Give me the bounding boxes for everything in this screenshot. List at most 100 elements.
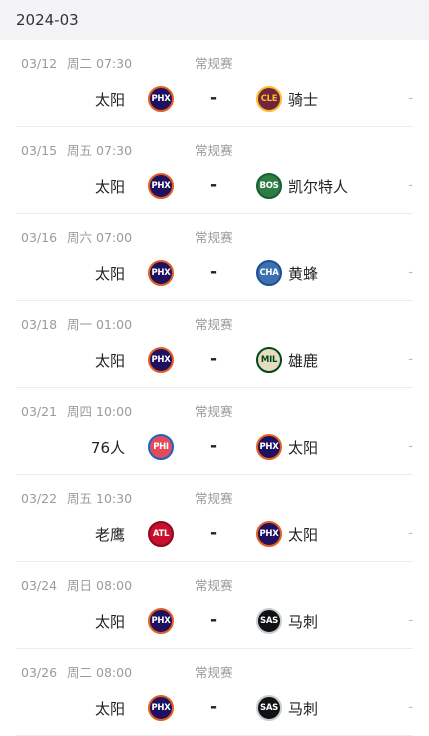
away-team-name[interactable]: 太阳 [288,437,318,458]
game-item[interactable]: 03/18 周一 01:00 常规赛 太阳 PHX - MIL 雄鹿 - [16,301,413,388]
home-team-name[interactable]: 太阳 [95,350,125,371]
game-datetime: 03/22 周五 10:30 [21,488,132,507]
game-time: 07:00 [96,230,133,245]
game-date: 03/21 [21,404,58,419]
game-time: 07:30 [96,143,133,158]
home-team-logo-icon: PHX [148,347,174,373]
away-team-logo-icon: CHA [256,260,282,286]
competition-label: 常规赛 [195,56,233,71]
game-item[interactable]: 03/24 周日 08:00 常规赛 太阳 PHX - SAS 马刺 - [16,562,413,649]
home-team-name[interactable]: 太阳 [95,698,125,719]
matchup-row: 老鹰 ATL - PHX 太阳 - [16,521,413,547]
game-time: 07:30 [96,56,133,71]
away-team-logo[interactable]: BOS [256,173,282,199]
home-team-logo[interactable]: PHX [148,173,174,199]
home-team-name[interactable]: 76人 [91,437,125,458]
game-time: 10:00 [96,404,133,419]
competition-label: 常规赛 [195,230,233,245]
home-team-logo[interactable]: PHX [148,347,174,373]
game-datetime: 03/26 周二 08:00 [21,662,132,681]
matchup-row: 太阳 PHX - SAS 马刺 - [16,695,413,721]
game-status: - [408,439,413,454]
away-team-name[interactable]: 骑士 [288,89,318,110]
score: - [210,349,218,369]
home-team-logo[interactable]: PHX [148,86,174,112]
away-team-name[interactable]: 凯尔特人 [288,176,348,197]
game-weekday: 周六 [67,230,93,245]
away-team-name[interactable]: 马刺 [288,698,318,719]
matchup-row: 太阳 PHX - SAS 马刺 - [16,608,413,634]
game-datetime: 03/12 周二 07:30 [21,53,132,72]
competition-label: 常规赛 [195,143,233,158]
competition-label: 常规赛 [195,404,233,419]
home-team-logo-icon: ATL [148,521,174,547]
away-team-name[interactable]: 马刺 [288,611,318,632]
game-weekday: 周五 [67,143,93,158]
home-team-name[interactable]: 太阳 [95,176,125,197]
game-date: 03/15 [21,143,58,158]
home-team-logo-icon: PHX [148,86,174,112]
away-team-logo-icon: SAS [256,608,282,634]
home-team-logo[interactable]: PHI [148,434,174,460]
away-team-logo[interactable]: PHX [256,434,282,460]
game-time: 08:00 [96,665,133,680]
month-header: 2024-03 [0,0,429,40]
away-team-logo[interactable]: SAS [256,608,282,634]
away-team-logo-icon: PHX [256,521,282,547]
home-team-logo-icon: PHI [148,434,174,460]
home-team-name[interactable]: 太阳 [95,611,125,632]
home-team-name[interactable]: 老鹰 [95,524,125,545]
game-status: - [408,700,413,715]
game-item[interactable]: 03/21 周四 10:00 常规赛 76人 PHI - PHX 太阳 - [16,388,413,475]
matchup-row: 太阳 PHX - CHA 黄蜂 - [16,260,413,286]
competition-label: 常规赛 [195,317,233,332]
home-team-name[interactable]: 太阳 [95,263,125,284]
away-team-name[interactable]: 雄鹿 [288,350,318,371]
away-team-logo[interactable]: MIL [256,347,282,373]
game-weekday: 周二 [67,665,93,680]
game-date: 03/22 [21,491,58,506]
home-team-name[interactable]: 太阳 [95,89,125,110]
game-datetime: 03/24 周日 08:00 [21,575,132,594]
game-weekday: 周四 [67,404,93,419]
game-status: - [408,526,413,541]
away-team-logo[interactable]: SAS [256,695,282,721]
home-team-logo[interactable]: PHX [148,260,174,286]
away-team-logo[interactable]: PHX [256,521,282,547]
score: - [210,175,218,195]
away-team-logo[interactable]: CHA [256,260,282,286]
home-team-logo-icon: PHX [148,173,174,199]
game-datetime: 03/16 周六 07:00 [21,227,132,246]
game-weekday: 周日 [67,578,93,593]
game-item[interactable]: 03/22 周五 10:30 常规赛 老鹰 ATL - PHX 太阳 - [16,475,413,562]
game-item[interactable]: 03/15 周五 07:30 常规赛 太阳 PHX - BOS 凯尔特人 - [16,127,413,214]
game-date: 03/16 [21,230,58,245]
away-team-logo-icon: PHX [256,434,282,460]
away-team-name[interactable]: 黄蜂 [288,263,318,284]
game-status: - [408,352,413,367]
score: - [210,262,218,282]
game-list: 03/12 周二 07:30 常规赛 太阳 PHX - CLE 骑士 - 03/… [0,40,429,736]
game-item[interactable]: 03/12 周二 07:30 常规赛 太阳 PHX - CLE 骑士 - [16,40,413,127]
game-item[interactable]: 03/16 周六 07:00 常规赛 太阳 PHX - CHA 黄蜂 - [16,214,413,301]
score: - [210,523,218,543]
game-datetime: 03/15 周五 07:30 [21,140,132,159]
home-team-logo[interactable]: PHX [148,608,174,634]
home-team-logo[interactable]: PHX [148,695,174,721]
game-datetime: 03/21 周四 10:00 [21,401,132,420]
competition-label: 常规赛 [195,665,233,680]
away-team-name[interactable]: 太阳 [288,524,318,545]
home-team-logo-icon: PHX [148,260,174,286]
game-status: - [408,91,413,106]
game-date: 03/24 [21,578,58,593]
competition-label: 常规赛 [195,578,233,593]
away-team-logo[interactable]: CLE [256,86,282,112]
month-label: 2024-03 [16,11,79,29]
game-weekday: 周五 [67,491,93,506]
game-time: 08:00 [96,578,133,593]
game-item[interactable]: 03/26 周二 08:00 常规赛 太阳 PHX - SAS 马刺 - [16,649,413,736]
home-team-logo[interactable]: ATL [148,521,174,547]
game-weekday: 周二 [67,56,93,71]
game-date: 03/26 [21,665,58,680]
away-team-logo-icon: BOS [256,173,282,199]
